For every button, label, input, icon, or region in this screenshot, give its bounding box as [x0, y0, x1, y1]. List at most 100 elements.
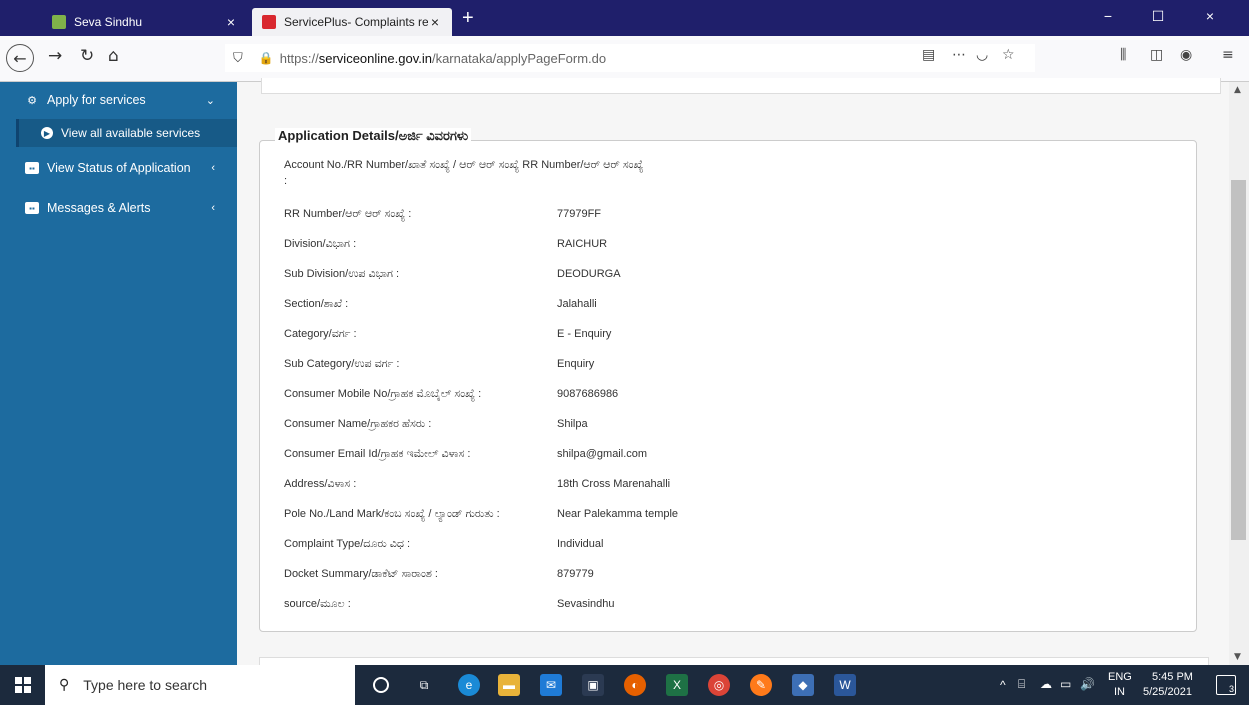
field-value: 18th Cross Marenahalli: [557, 478, 671, 490]
field-label: Sub Category/ಉಪ ವರ್ಗ :: [284, 358, 400, 370]
windows-logo-icon: [14, 677, 31, 693]
sidebar-item-label: View Status of Application: [47, 161, 191, 175]
scroll-up-icon[interactable]: ▲: [1234, 85, 1241, 95]
field-value: E - Enquiry: [557, 328, 612, 340]
photos-icon[interactable]: ◆: [792, 674, 814, 696]
account-number-colon: :: [284, 175, 288, 187]
tab-title: Seva Sindhu: [74, 15, 143, 29]
sidebar-toggle-icon[interactable]: ◫: [1150, 47, 1163, 63]
notifications-icon[interactable]: 3: [1216, 675, 1236, 695]
sidebar-item-apply-for-services[interactable]: ⚙ Apply for services ⌄: [0, 82, 237, 118]
notification-count: 3: [1228, 684, 1234, 694]
network-icon[interactable]: ⌸: [1018, 677, 1025, 692]
pocket-icon[interactable]: ◡: [976, 47, 988, 63]
arrow-circle-icon: ▶: [41, 127, 53, 139]
chevron-down-icon: ⌄: [205, 94, 215, 107]
clock-time[interactable]: 5:45 PM: [1152, 671, 1193, 683]
grid-icon: ▪▪: [25, 202, 39, 214]
onedrive-icon[interactable]: ☁: [1040, 677, 1052, 691]
excel-icon[interactable]: X: [666, 674, 688, 696]
window-close-button[interactable]: ×: [1190, 8, 1230, 24]
sidebar-item-messages-alerts[interactable]: ▪▪ Messages & Alerts ‹: [0, 190, 237, 226]
paint-icon[interactable]: ✎: [750, 674, 772, 696]
sidebar-item-label: Apply for services: [47, 93, 146, 107]
tray-chevron-up-icon[interactable]: ^: [1000, 678, 1006, 692]
field-label: Category/ವರ್ಗ :: [284, 328, 357, 340]
field-label: Pole No./Land Mark/ಕಂಬ ಸಂಖ್ಯೆ / ಲ್ಯಾಂಡ್ …: [284, 508, 500, 520]
browser-nav-bar: ← → ↻ ⌂ ⛉ 🔒 https://serviceonline.gov.in…: [0, 36, 1249, 82]
edge-browser-icon[interactable]: e: [458, 674, 480, 696]
field-label: Complaint Type/ದೂರು ವಿಧ :: [284, 538, 411, 550]
menu-icon[interactable]: ≡: [1222, 47, 1234, 63]
clock-date[interactable]: 5/25/2021: [1143, 686, 1192, 698]
firefox-icon[interactable]: ◐: [624, 674, 646, 696]
gears-icon: ⚙: [27, 94, 37, 107]
sidebar-item-view-status[interactable]: ▪▪ View Status of Application ‹: [0, 150, 237, 186]
windows-taskbar: ⚲ Type here to search ⧉ e ▬ ✉ ▣ ◐ X ◎ ✎ …: [0, 665, 1249, 705]
back-arrow-icon[interactable]: ←: [6, 44, 34, 72]
cortana-icon[interactable]: [373, 677, 389, 693]
tab-seva-sindhu[interactable]: Seva Sindhu ×: [42, 8, 248, 36]
field-label: Consumer Email Id/ಗ್ರಾಹಕ ಇಮೇಲ್ ವಿಳಾಸ :: [284, 448, 471, 460]
scrollbar-thumb[interactable]: [1231, 180, 1246, 540]
sidebar-item-view-all-services[interactable]: ▶ View all available services: [16, 119, 237, 147]
store-icon[interactable]: ▣: [582, 674, 604, 696]
field-value: Jalahalli: [557, 298, 597, 310]
chevron-left-icon: ‹: [211, 162, 215, 174]
page-actions-icon[interactable]: ⋯: [952, 47, 966, 63]
maximize-button[interactable]: ☐: [1138, 8, 1178, 25]
field-label: Division/ವಿಭಾಗ :: [284, 238, 357, 250]
account-icon[interactable]: ◉: [1180, 47, 1192, 63]
mail-icon[interactable]: ✉: [540, 674, 562, 696]
field-value: 879779: [557, 568, 594, 580]
sidebar-item-label: Messages & Alerts: [47, 201, 151, 215]
browser-tab-bar: Seva Sindhu × ServicePlus- Complaints re…: [0, 0, 1249, 36]
forward-arrow-icon[interactable]: →: [48, 46, 62, 66]
battery-icon[interactable]: ▭: [1060, 677, 1071, 691]
address-bar[interactable]: ⛉ 🔒 https://serviceonline.gov.in/karnata…: [225, 44, 1035, 72]
home-icon[interactable]: ⌂: [108, 46, 119, 66]
chrome-icon[interactable]: ◎: [708, 674, 730, 696]
search-placeholder: Type here to search: [83, 677, 208, 693]
field-value: RAICHUR: [557, 238, 608, 250]
reader-view-icon[interactable]: ▤: [922, 47, 935, 63]
page-scrollbar[interactable]: ▲ ▼: [1229, 82, 1249, 665]
field-value: Individual: [557, 538, 604, 550]
field-label: Docket Summary/ಡಾಕೆಟ್ ಸಾರಾಂಶ :: [284, 568, 438, 580]
language-region[interactable]: IN: [1114, 686, 1125, 698]
tab-close-icon[interactable]: ×: [428, 14, 442, 30]
tab-close-icon[interactable]: ×: [224, 14, 238, 30]
top-card: [261, 78, 1221, 94]
bookmark-star-icon[interactable]: ☆: [1002, 47, 1015, 63]
task-view-icon[interactable]: ⧉: [413, 674, 435, 696]
field-value: 77979FF: [557, 208, 602, 220]
minimize-button[interactable]: −: [1088, 8, 1128, 24]
field-value: DEODURGA: [557, 268, 621, 280]
scroll-down-icon[interactable]: ▼: [1234, 652, 1241, 662]
taskbar-search-box[interactable]: ⚲ Type here to search: [45, 665, 355, 705]
field-label: Address/ವಿಳಾಸ :: [284, 478, 357, 490]
library-icon[interactable]: ⫼: [1120, 47, 1126, 63]
volume-icon[interactable]: 🔊: [1080, 677, 1095, 691]
field-value: shilpa@gmail.com: [557, 448, 648, 460]
new-tab-button[interactable]: +: [462, 7, 474, 30]
search-icon: ⚲: [59, 677, 70, 693]
field-label: RR Number/ಆರ್ ಆರ್ ಸಂಖ್ಯೆ :: [284, 208, 412, 220]
reload-icon[interactable]: ↻: [80, 46, 94, 66]
word-icon[interactable]: W: [834, 674, 856, 696]
lock-icon[interactable]: 🔒: [259, 51, 274, 65]
field-value: Enquiry: [557, 358, 595, 370]
seva-sindhu-favicon-icon: [52, 15, 66, 29]
field-value: Near Palekamma temple: [557, 508, 679, 520]
account-number-label: Account No./RR Number/ಖಾತೆ ಸಂಖ್ಯೆ / ಆರ್ …: [284, 159, 644, 171]
application-details-heading: Application Details/ಅರ್ಜಿ ವಿವರಗಳು: [275, 128, 472, 144]
field-label: Consumer Mobile No/ಗ್ರಾಹಕ ಮೊಬೈಲ್ ಸಂಖ್ಯೆ …: [284, 388, 482, 400]
tab-serviceplus[interactable]: ServicePlus- Complaints related ×: [252, 8, 452, 36]
language-code[interactable]: ENG: [1108, 671, 1132, 683]
file-explorer-icon[interactable]: ▬: [498, 674, 520, 696]
tracking-shield-icon[interactable]: ⛉: [233, 51, 243, 66]
field-value: Sevasindhu: [557, 598, 615, 610]
tab-title: ServicePlus- Complaints related: [284, 15, 428, 29]
field-value: 9087686986: [557, 388, 619, 400]
start-button[interactable]: [0, 665, 45, 705]
